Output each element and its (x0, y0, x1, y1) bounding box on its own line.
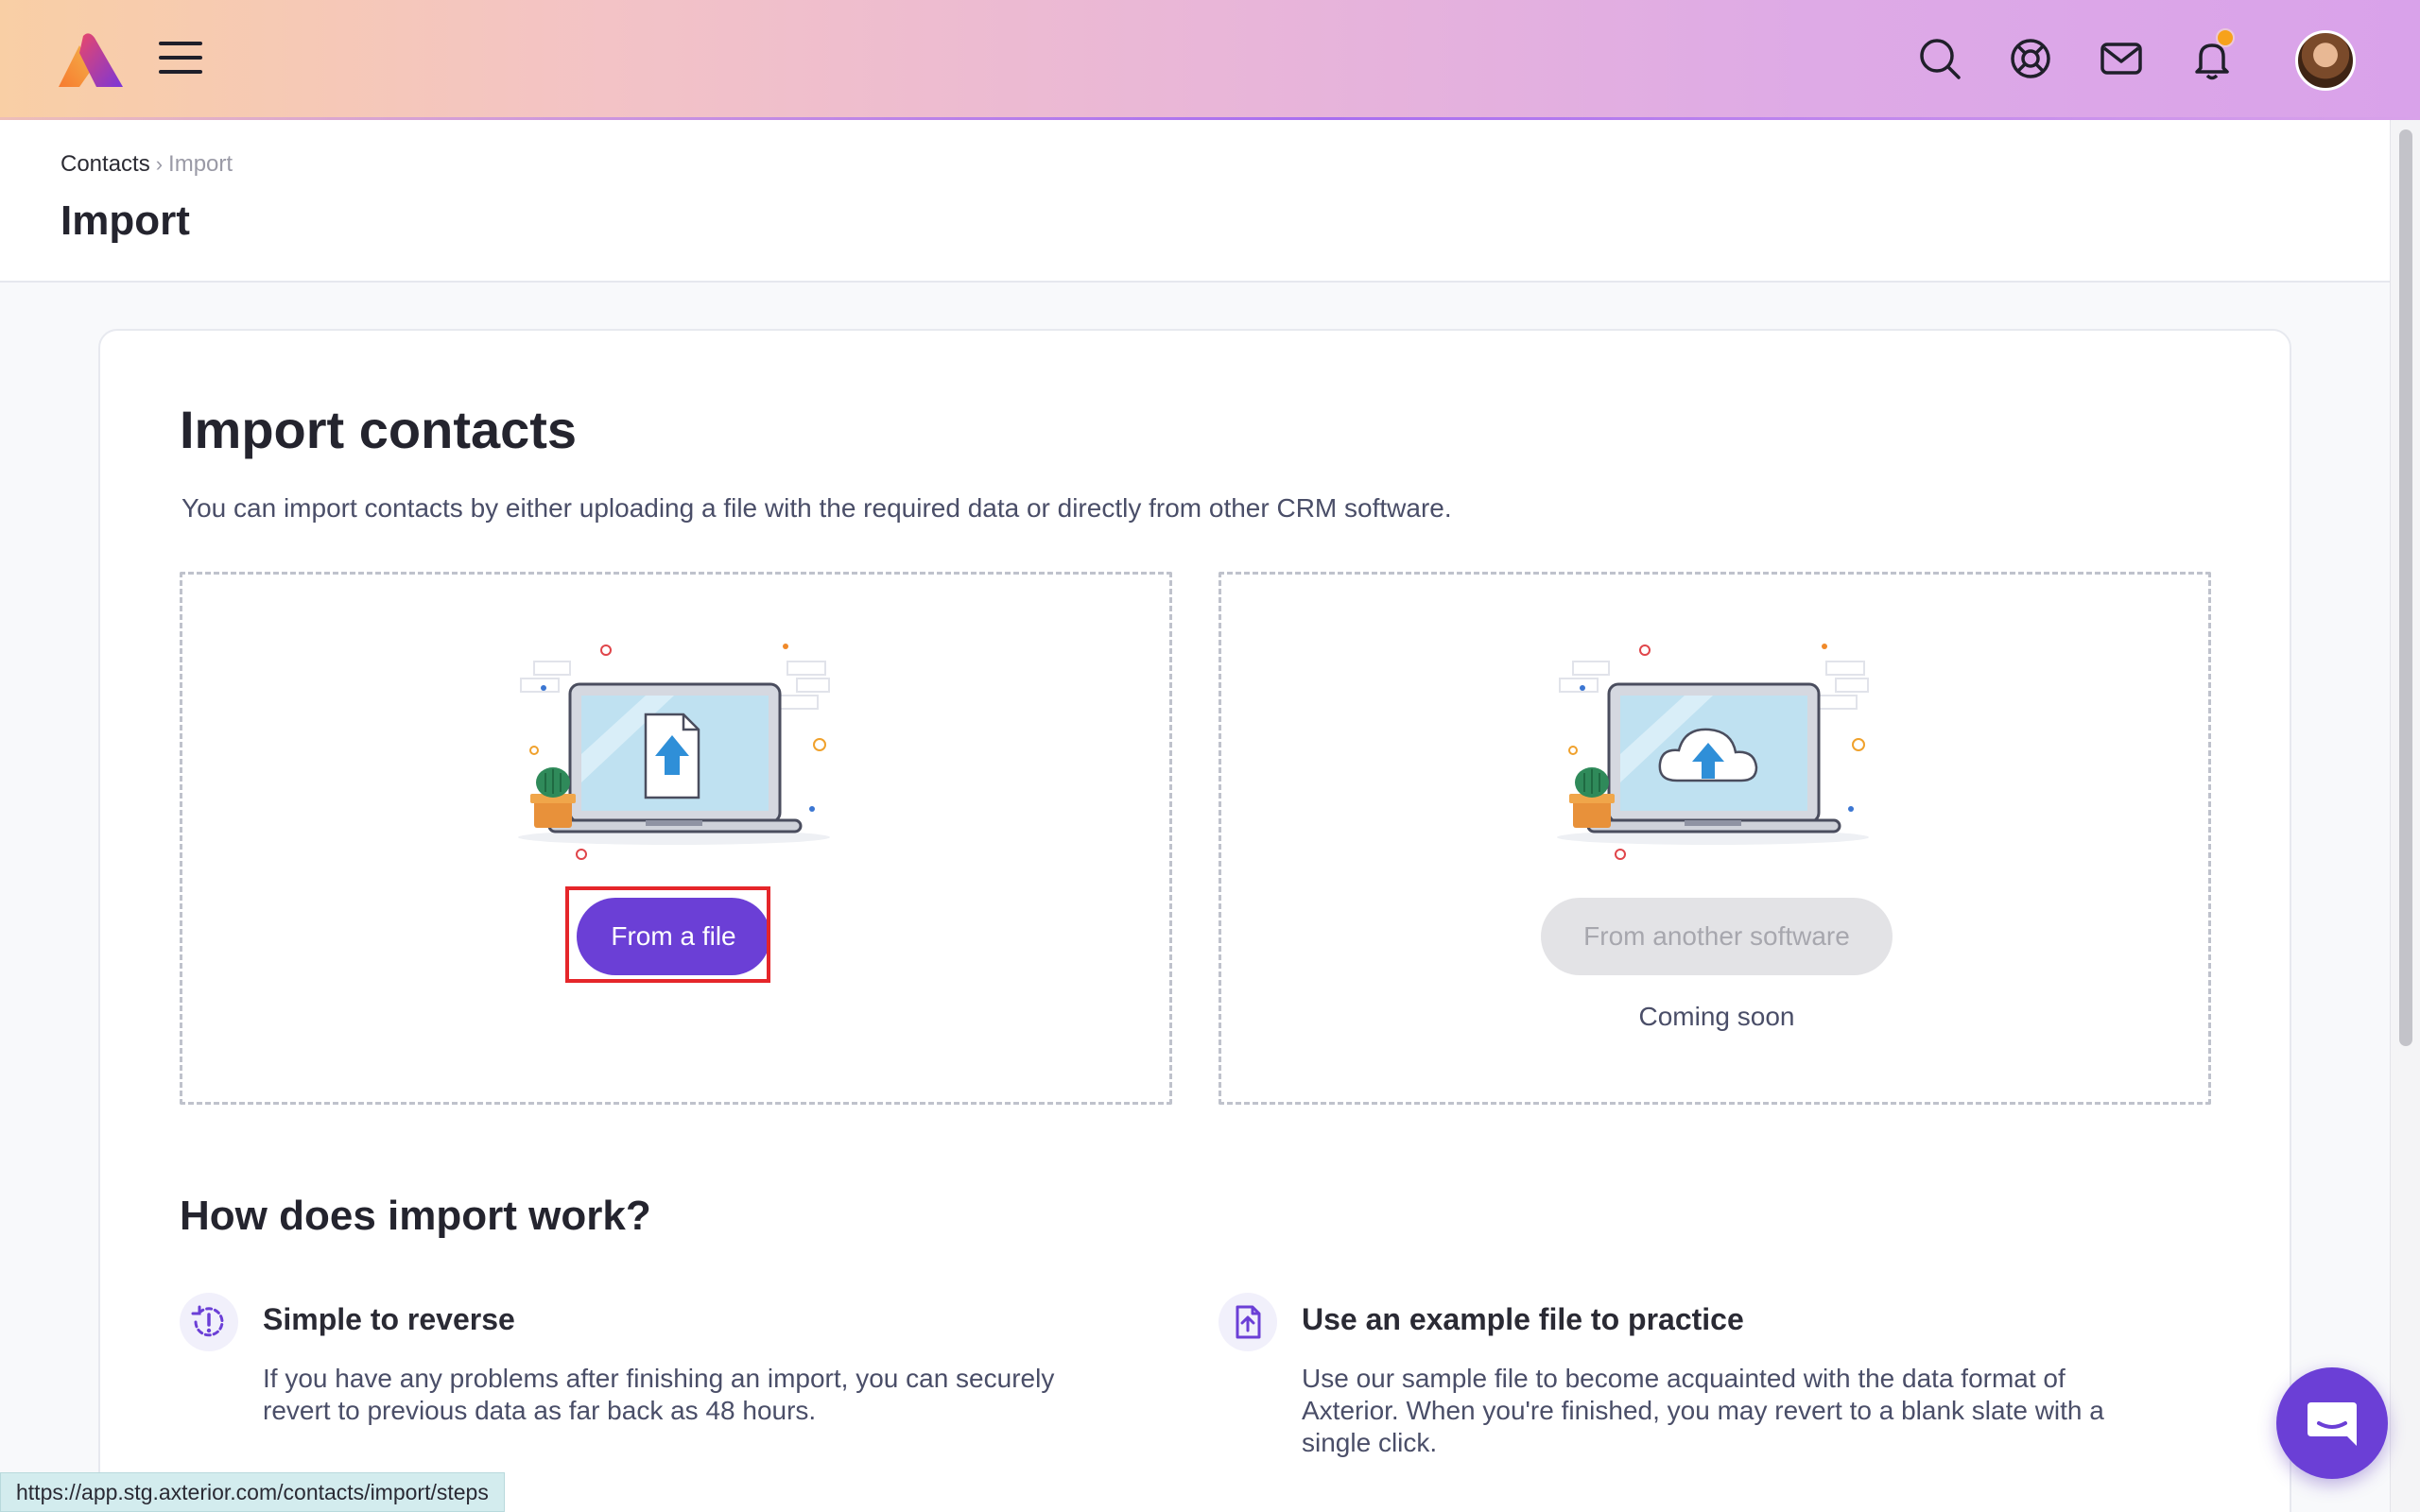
top-bar (0, 0, 2420, 120)
feature-description: Use our sample file to become acquainted… (1302, 1364, 2104, 1457)
scrollbar[interactable] (2390, 120, 2420, 1512)
how-import-works-title: How does import work? (180, 1193, 651, 1239)
bell-icon[interactable] (2189, 28, 2235, 81)
logo-icon[interactable] (59, 32, 123, 89)
page-title: Import (60, 198, 190, 244)
breadcrumb-separator: › (155, 152, 164, 176)
alert-reverse-icon (180, 1293, 238, 1351)
file-upload-icon (1219, 1293, 1277, 1351)
cloud-upload-illustration (1557, 644, 1869, 860)
scrollbar-thumb[interactable] (2399, 129, 2412, 1046)
help-icon[interactable] (2008, 36, 2053, 81)
notification-dot (2216, 28, 2235, 47)
avatar[interactable] (2295, 30, 2356, 91)
import-card: Import contacts You can import contacts … (98, 329, 2291, 1512)
mail-icon[interactable] (2099, 36, 2144, 81)
import-from-file-option: From a file (180, 572, 1172, 1105)
feature-title: Simple to reverse (263, 1302, 515, 1336)
from-a-file-button[interactable]: From a file (577, 898, 770, 975)
from-another-software-button[interactable]: From another software (1541, 898, 1893, 975)
page-header: Contacts › Import Import (0, 120, 2390, 283)
import-contacts-description: You can import contacts by either upload… (182, 493, 1452, 523)
breadcrumb-current: Import (168, 151, 233, 177)
search-icon[interactable] (1917, 36, 1962, 81)
status-bar-url: https://app.stg.axterior.com/contacts/im… (0, 1472, 505, 1512)
feature-title: Use an example file to practice (1302, 1302, 1744, 1336)
breadcrumb-contacts-link[interactable]: Contacts (60, 151, 150, 178)
import-from-software-option: From another software Coming soon (1219, 572, 2211, 1105)
breadcrumb: Contacts › Import (60, 151, 233, 178)
menu-icon[interactable] (159, 42, 202, 76)
feature-description: If you have any problems after finishing… (263, 1364, 1055, 1425)
file-upload-illustration (518, 644, 830, 860)
coming-soon-label: Coming soon (1638, 1002, 1795, 1031)
import-contacts-title: Import contacts (180, 400, 578, 459)
chat-icon[interactable] (2276, 1367, 2388, 1479)
